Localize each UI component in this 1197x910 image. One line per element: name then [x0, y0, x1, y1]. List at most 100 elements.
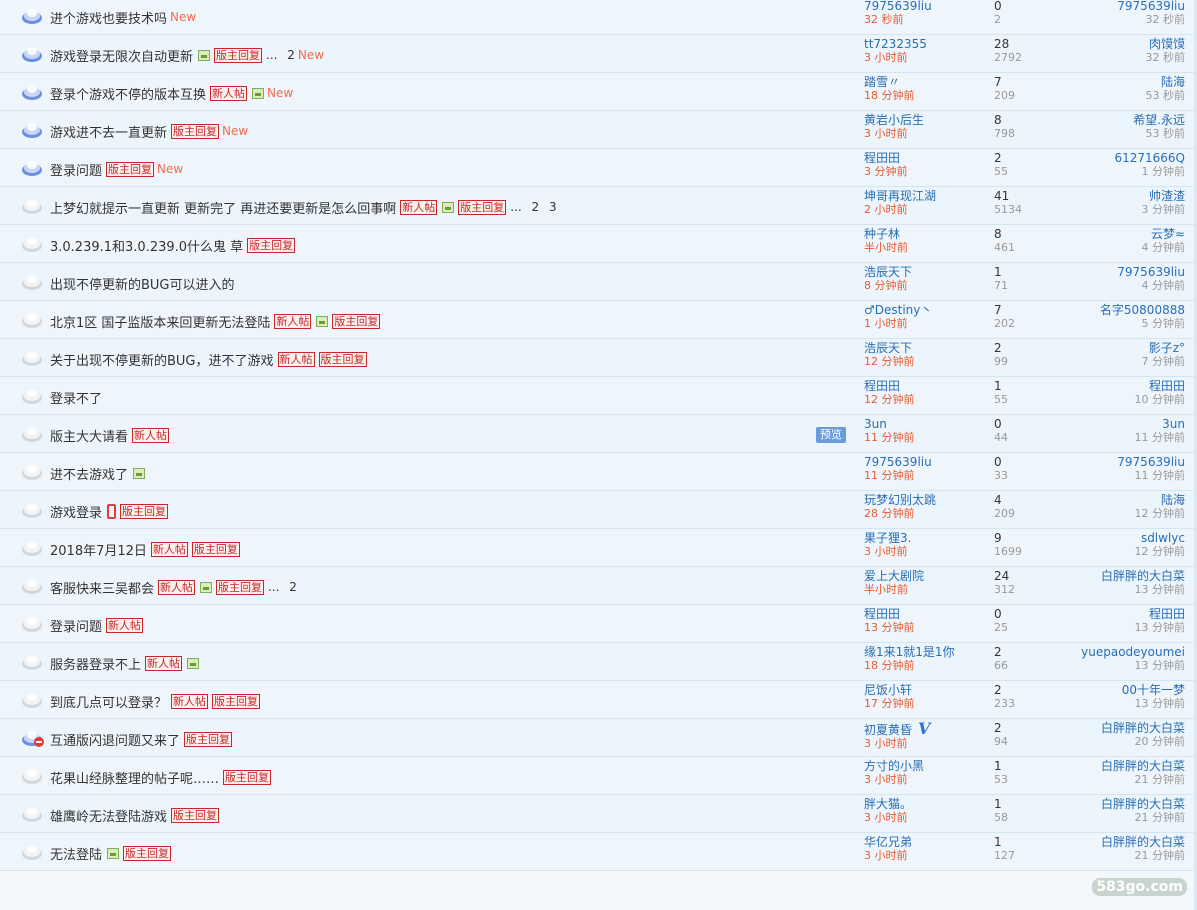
thread-folder-icon[interactable] — [21, 234, 45, 254]
thread-folder-icon[interactable] — [21, 690, 45, 710]
last-post-time[interactable]: 32 秒前 — [1005, 13, 1186, 26]
closed-thread-folder-icon[interactable] — [21, 728, 45, 748]
thread-folder-icon[interactable] — [21, 386, 45, 406]
thread-row[interactable]: 登录问题 新人帖 程田田 13 分钟前 0 25 程田田 13 分钟前 — [0, 605, 1197, 643]
author-link[interactable]: 浩辰天下 — [864, 266, 984, 279]
thread-row[interactable]: 登录问题 版主回复 New 程田田 3 分钟前 2 55 61271666Q 1 分钟前 — [0, 149, 1197, 187]
author-link[interactable]: 程田田 — [864, 608, 984, 621]
page-links[interactable]: ... 2 — [268, 580, 297, 594]
last-poster-link[interactable]: 影子z° — [1005, 342, 1185, 355]
thread-row[interactable]: 登录个游戏不停的版本互换 新人帖 New 踏雪〃 18 分钟前 7 209 陆海 53 秒前 — [0, 73, 1197, 111]
thread-folder-icon[interactable] — [21, 310, 45, 330]
last-post-time[interactable]: 11 分钟前 — [1005, 431, 1186, 444]
thread-title-link[interactable]: 登录不了 — [50, 388, 102, 407]
thread-title-link[interactable]: 版主大大请看 — [50, 426, 128, 445]
author-link[interactable]: 华亿兄弟 — [864, 836, 984, 849]
thread-title-link[interactable]: 3.0.239.1和3.0.239.0什么鬼 草 — [50, 236, 243, 255]
last-post-time[interactable]: 10 分钟前 — [1005, 393, 1186, 406]
last-poster-link[interactable]: 7975639liu — [1005, 456, 1185, 469]
thread-title-link[interactable]: 客服快来三吴都会 — [50, 578, 154, 597]
author-link[interactable]: 7975639liu — [864, 0, 984, 13]
last-poster-link[interactable]: sdlwlyc — [1005, 532, 1185, 545]
thread-title-link[interactable]: 登录个游戏不停的版本互换 — [50, 84, 206, 103]
new-thread-folder-icon[interactable] — [21, 6, 45, 26]
author-link[interactable]: 踏雪〃 — [864, 76, 984, 89]
thread-title-link[interactable]: 游戏登录无限次自动更新 — [50, 46, 193, 65]
thread-folder-icon[interactable] — [21, 424, 45, 444]
thread-folder-icon[interactable] — [21, 196, 45, 216]
author-link[interactable]: 7975639liu — [864, 456, 984, 469]
last-post-time[interactable]: 21 分钟前 — [1005, 773, 1186, 786]
last-poster-link[interactable]: 7975639liu — [1005, 0, 1185, 13]
thread-row[interactable]: 无法登陆 版主回复 华亿兄弟 3 小时前 1 127 白胖胖的大白菜 21 分钟前 — [0, 833, 1197, 871]
author-link[interactable]: 缘1来1就1是1你 — [864, 646, 984, 659]
thread-row[interactable]: 2018年7月12日 新人帖 版主回复 果子狸3. 3 小时前 9 1699 sdlwlyc 1… — [0, 529, 1197, 567]
thread-row[interactable]: 互通版闪退问题又来了 版主回复 初夏黄昏 V 3 小时前 2 94 白胖胖的大白菜 20 分钟前 — [0, 719, 1197, 757]
thread-row[interactable]: 服务器登录不上 新人帖 缘1来1就1是1你 18 分钟前 2 66 yuepaodeyoum… — [0, 643, 1197, 681]
thread-title-link[interactable]: 游戏登录 — [50, 502, 102, 521]
last-poster-link[interactable]: 白胖胖的大白菜 — [1005, 722, 1185, 735]
last-post-time[interactable]: 13 分钟前 — [1005, 697, 1186, 710]
thread-row[interactable]: 进不去游戏了 7975639liu 11 分钟前 0 33 7975639liu 11 分钟… — [0, 453, 1197, 491]
author-link[interactable]: 方寸的小黑 — [864, 760, 984, 773]
thread-title-link[interactable]: 游戏进不去一直更新 — [50, 122, 167, 141]
thread-folder-icon[interactable] — [21, 804, 45, 824]
thread-title-link[interactable]: 进不去游戏了 — [50, 464, 128, 483]
thread-row[interactable]: 雄鹰岭无法登陆游戏 版主回复 胖大猫。 3 小时前 1 58 白胖胖的大白菜 21 分钟前 — [0, 795, 1197, 833]
last-poster-link[interactable]: 61271666Q — [1005, 152, 1185, 165]
new-thread-folder-icon[interactable] — [21, 44, 45, 64]
new-thread-folder-icon[interactable] — [21, 158, 45, 178]
last-post-time[interactable]: 12 分钟前 — [1005, 545, 1186, 558]
last-poster-link[interactable]: 帅渣渣 — [1005, 190, 1185, 203]
author-link[interactable]: 浩辰天下 — [864, 342, 984, 355]
author-link[interactable]: 种子林 — [864, 228, 984, 241]
last-poster-link[interactable]: 白胖胖的大白菜 — [1005, 760, 1185, 773]
last-poster-link[interactable]: 3un — [1005, 418, 1185, 431]
last-post-time[interactable]: 4 分钟前 — [1005, 279, 1186, 292]
last-post-time[interactable]: 13 分钟前 — [1005, 621, 1186, 634]
thread-folder-icon[interactable] — [21, 348, 45, 368]
last-poster-link[interactable]: 希望.永远 — [1005, 114, 1185, 127]
last-poster-link[interactable]: 7975639liu — [1005, 266, 1185, 279]
thread-row[interactable]: 进个游戏也要技术吗 New 7975639liu 32 秒前 0 2 7975639liu 3… — [0, 0, 1197, 35]
thread-folder-icon[interactable] — [21, 576, 45, 596]
thread-row[interactable]: 上梦幻就提示一直更新 更新完了 再进还要更新是怎么回事啊 新人帖 版主回复... 2… — [0, 187, 1197, 225]
last-poster-link[interactable]: 陆海 — [1005, 494, 1185, 507]
author-link[interactable]: 程田田 — [864, 152, 984, 165]
page-links[interactable]: ... 2 3 — [510, 200, 556, 214]
thread-row[interactable]: 3.0.239.1和3.0.239.0什么鬼 草版主回复 种子林 半小时前 8 461 云… — [0, 225, 1197, 263]
author-link[interactable]: ♂Destiny丶 — [864, 304, 984, 317]
author-link[interactable]: 玩梦幻别太跳 — [864, 494, 984, 507]
thread-row[interactable]: 关于出现不停更新的BUG，进不了游戏 新人帖 版主回复 浩辰天下 12 分钟前 2 99 影子… — [0, 339, 1197, 377]
thread-title-link[interactable]: 出现不停更新的BUG可以进入的 — [50, 274, 235, 293]
thread-row[interactable]: 到底几点可以登录？ 新人帖 版主回复 尼饭小轩 17 分钟前 2 233 00十年一梦 13 分… — [0, 681, 1197, 719]
last-poster-link[interactable]: 程田田 — [1005, 380, 1185, 393]
author-link[interactable]: 初夏黄昏 — [864, 724, 912, 737]
last-post-time[interactable]: 4 分钟前 — [1005, 241, 1186, 254]
thread-row[interactable]: 游戏进不去一直更新 版主回复 New 黄岩小后生 3 小时前 8 798 希望.永远 53 秒前 — [0, 111, 1197, 149]
thread-row[interactable]: 客服快来三吴都会 新人帖 版主回复... 2 爱上大剧院 半小时前 24 312 白胖胖的大白… — [0, 567, 1197, 605]
thread-title-link[interactable]: 花果山经脉整理的帖子呢…… — [50, 768, 219, 787]
preview-button[interactable]: 预览 — [816, 427, 846, 443]
thread-folder-icon[interactable] — [21, 538, 45, 558]
thread-title-link[interactable]: 雄鹰岭无法登陆游戏 — [50, 806, 167, 825]
last-post-time[interactable]: 32 秒前 — [1005, 51, 1186, 64]
thread-title-link[interactable]: 互通版闪退问题又来了 — [50, 730, 180, 749]
page-links[interactable]: ... 2 — [266, 48, 295, 62]
author-link[interactable]: 3un — [864, 418, 984, 431]
thread-title-link[interactable]: 登录问题 — [50, 616, 102, 635]
last-poster-link[interactable]: 程田田 — [1005, 608, 1185, 621]
author-link[interactable]: 黄岩小后生 — [864, 114, 984, 127]
author-link[interactable]: 尼饭小轩 — [864, 684, 984, 697]
thread-row[interactable]: 游戏登录 版主回复 玩梦幻别太跳 28 分钟前 4 209 陆海 12 分钟前 — [0, 491, 1197, 529]
last-post-time[interactable]: 11 分钟前 — [1005, 469, 1186, 482]
last-poster-link[interactable]: 00十年一梦 — [1005, 684, 1185, 697]
last-post-time[interactable]: 12 分钟前 — [1005, 507, 1186, 520]
thread-title-link[interactable]: 上梦幻就提示一直更新 更新完了 再进还要更新是怎么回事啊 — [50, 198, 396, 217]
thread-folder-icon[interactable] — [21, 652, 45, 672]
last-post-time[interactable]: 1 分钟前 — [1005, 165, 1186, 178]
thread-folder-icon[interactable] — [21, 272, 45, 292]
thread-title-link[interactable]: 到底几点可以登录？ — [50, 692, 167, 711]
thread-title-link[interactable]: 登录问题 — [50, 160, 102, 179]
thread-folder-icon[interactable] — [21, 842, 45, 862]
